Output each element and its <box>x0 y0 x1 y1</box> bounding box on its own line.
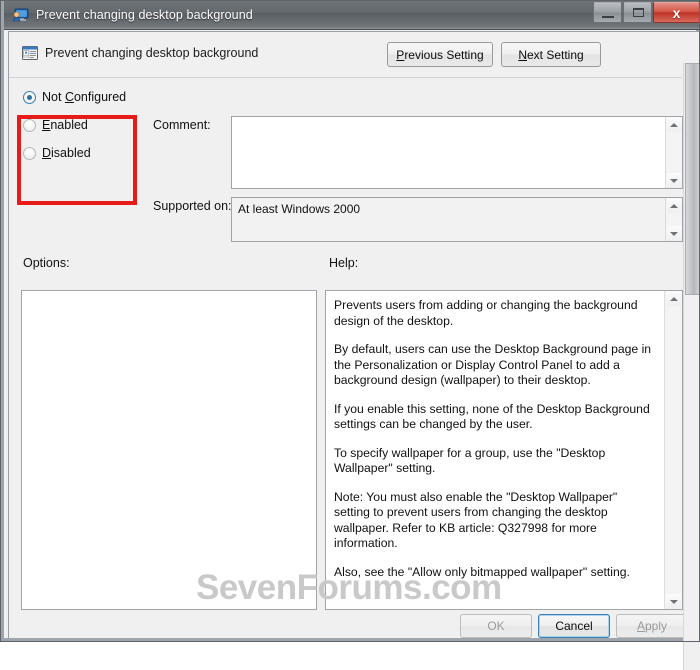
close-icon: x <box>672 4 681 21</box>
scroll-down-icon[interactable] <box>666 226 682 241</box>
dialog-client-area: Prevent changing desktop background Prev… <box>8 31 700 670</box>
apply-button[interactable]: Apply <box>616 614 688 638</box>
radio-not-configured[interactable]: Not Configured <box>23 88 126 106</box>
window-controls: x <box>592 2 700 24</box>
options-content <box>22 291 316 305</box>
scroll-up-icon[interactable] <box>666 117 682 132</box>
scroll-up-icon[interactable] <box>666 198 682 213</box>
ok-button[interactable]: OK <box>460 614 532 638</box>
policy-setting-icon <box>21 44 39 62</box>
setting-title: Prevent changing desktop background <box>45 46 259 60</box>
radio-indicator-enabled[interactable] <box>23 118 36 132</box>
help-label: Help: <box>329 256 359 270</box>
radio-label-not-configured: Not Configured <box>42 90 127 104</box>
supported-on-label: Supported on: <box>153 199 232 213</box>
radio-label-disabled: Disabled <box>42 146 91 160</box>
radio-indicator-not-configured[interactable] <box>23 90 36 104</box>
minimize-icon <box>602 16 614 18</box>
help-paragraph: To specify wallpaper for a group, use th… <box>334 445 606 476</box>
help-text: Prevents users from adding or changing t… <box>326 291 664 609</box>
help-panel: Prevents users from adding or changing t… <box>325 290 683 610</box>
maximize-button[interactable] <box>623 2 652 23</box>
radio-indicator-disabled[interactable] <box>23 146 36 160</box>
setting-state-radio-group: Not Configured Enabled Disabled <box>23 88 139 172</box>
group-policy-monitor-icon <box>12 6 30 24</box>
help-paragraph: Also, see the "Allow only bitmapped wall… <box>334 564 630 579</box>
help-scrollbar[interactable] <box>664 291 682 609</box>
cancel-button[interactable]: Cancel <box>538 614 610 638</box>
scroll-down-icon[interactable] <box>666 594 681 609</box>
supported-on-field: At least Windows 2000 <box>231 197 683 242</box>
next-setting-button[interactable]: Next Setting <box>501 42 601 67</box>
help-paragraph: Prevents users from adding or changing t… <box>334 298 638 328</box>
scroll-down-icon[interactable] <box>666 173 682 188</box>
previous-setting-button[interactable]: Previous Setting <box>387 42 493 67</box>
window-title: Prevent changing desktop background <box>36 7 253 22</box>
radio-disabled[interactable]: Disabled <box>23 144 91 162</box>
minimize-button[interactable] <box>593 2 622 23</box>
comment-scrollbar[interactable] <box>665 117 682 188</box>
comment-label: Comment: <box>153 118 211 132</box>
options-label: Options: <box>23 256 70 270</box>
options-panel[interactable] <box>21 290 317 610</box>
comment-field[interactable] <box>231 116 683 189</box>
close-button[interactable]: x <box>653 2 700 23</box>
help-paragraph: By default, users can use the Desktop Ba… <box>334 342 652 387</box>
radio-enabled[interactable]: Enabled <box>23 116 88 134</box>
dialog-window: Prevent changing desktop background x Pr… <box>0 0 700 670</box>
supported-on-value: At least Windows 2000 <box>238 202 361 216</box>
help-paragraph: If you enable this setting, none of the … <box>334 401 650 432</box>
setting-header: Prevent changing desktop background Prev… <box>9 32 682 78</box>
comment-input[interactable] <box>232 117 665 188</box>
radio-label-enabled: Enabled <box>42 118 88 132</box>
supported-on-scrollbar[interactable] <box>665 198 682 241</box>
title-bar: Prevent changing desktop background x <box>4 0 700 30</box>
scroll-up-icon[interactable] <box>666 291 681 306</box>
scrollbar-thumb[interactable] <box>685 63 700 295</box>
dialog-button-bar: OK Cancel Apply <box>9 614 688 638</box>
window-vertical-scrollbar[interactable] <box>683 63 700 670</box>
help-paragraph: Note: You must also enable the "Desktop … <box>334 489 618 551</box>
maximize-icon <box>633 8 644 17</box>
